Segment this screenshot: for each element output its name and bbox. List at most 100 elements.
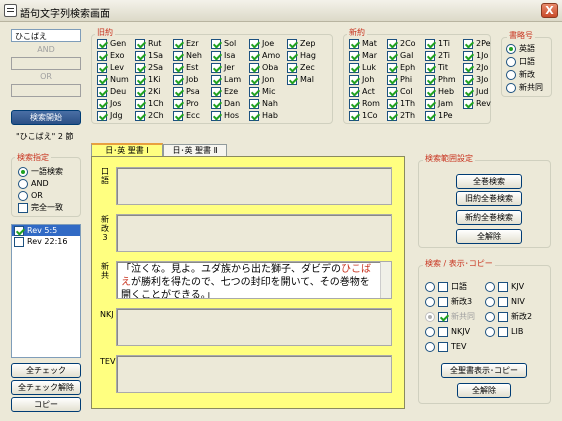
book-checkbox-2jo[interactable]: 2Jo	[463, 62, 497, 73]
search-mode-radio-1[interactable]: AND	[18, 178, 63, 189]
search-nt-button[interactable]: 新約全巻検索	[456, 210, 522, 225]
book-checkbox-jer[interactable]: Jer	[211, 62, 245, 73]
book-checkbox-hag[interactable]: Hag	[287, 50, 321, 61]
book-checkbox-2ki[interactable]: 2Ki	[135, 86, 169, 97]
search-mode-radio-2[interactable]: OR	[18, 190, 63, 201]
display-option-1[interactable]: 新改3	[425, 294, 475, 309]
book-checkbox-gal[interactable]: Gal	[387, 50, 421, 61]
book-checkbox-jdg[interactable]: Jdg	[97, 110, 131, 121]
book-checkbox-1pe[interactable]: 1Pe	[425, 110, 459, 121]
book-checkbox-1co[interactable]: 1Co	[349, 110, 383, 121]
book-checkbox-jon[interactable]: Jon	[249, 74, 283, 85]
book-checkbox-mar[interactable]: Mar	[349, 50, 383, 61]
display-option-1[interactable]: NIV	[485, 294, 532, 309]
book-checkbox-neh[interactable]: Neh	[173, 50, 207, 61]
book-checkbox-1ti[interactable]: 1Ti	[425, 38, 459, 49]
search-ot-button[interactable]: 旧約全巻検索	[456, 191, 522, 206]
book-checkbox-mal[interactable]: Mal	[287, 74, 321, 85]
abbrev-radio-2[interactable]: 新改	[506, 69, 543, 80]
check-all-button[interactable]: 全チェック	[11, 363, 81, 378]
book-checkbox-eph[interactable]: Eph	[387, 62, 421, 73]
book-checkbox-rut[interactable]: Rut	[135, 38, 169, 49]
book-checkbox-3jo[interactable]: 3Jo	[463, 74, 497, 85]
book-checkbox-col[interactable]: Col	[387, 86, 421, 97]
book-checkbox-2pe[interactable]: 2Pe	[463, 38, 497, 49]
book-checkbox-2co[interactable]: 2Co	[387, 38, 421, 49]
verse-scrollbar[interactable]	[380, 262, 391, 298]
display-option-0[interactable]: 口語	[425, 279, 475, 294]
search-start-button[interactable]: 検索開始	[11, 110, 81, 125]
display-option-3[interactable]: NKJV	[425, 324, 475, 339]
book-checkbox-pro[interactable]: Pro	[173, 98, 207, 109]
title-bar[interactable]: 語句文字列検索画面 X	[0, 0, 562, 22]
abbrev-radio-0[interactable]: 英語	[506, 43, 543, 54]
book-checkbox-num[interactable]: Num	[97, 74, 131, 85]
uncheck-all-button[interactable]: 全チェック解除	[11, 380, 81, 395]
book-checkbox-act[interactable]: Act	[349, 86, 383, 97]
book-checkbox-phm[interactable]: Phm	[425, 74, 459, 85]
book-checkbox-1ch[interactable]: 1Ch	[135, 98, 169, 109]
show-all-copy-button[interactable]: 全聖書表示･コピー	[441, 363, 527, 378]
list-item[interactable]: Rev 22:16	[12, 236, 80, 247]
nkj-text[interactable]	[116, 308, 392, 346]
book-checkbox-luk[interactable]: Luk	[349, 62, 383, 73]
abbrev-radio-1[interactable]: 口語	[506, 56, 543, 67]
scope-clear-button[interactable]: 全解除	[456, 229, 522, 244]
book-checkbox-psa[interactable]: Psa	[173, 86, 207, 97]
book-checkbox-rev[interactable]: Rev	[463, 98, 497, 109]
tev-text[interactable]	[116, 355, 392, 393]
book-checkbox-job[interactable]: Job	[173, 74, 207, 85]
book-checkbox-jos[interactable]: Jos	[97, 98, 131, 109]
book-checkbox-lam[interactable]: Lam	[211, 74, 245, 85]
search-input-1[interactable]: ひこばえ	[11, 29, 81, 42]
display-option-2[interactable]: 新改2	[485, 309, 532, 324]
book-checkbox-mat[interactable]: Mat	[349, 38, 383, 49]
book-checkbox-sol[interactable]: Sol	[211, 38, 245, 49]
display-option-3[interactable]: LIB	[485, 324, 532, 339]
book-checkbox-ecc[interactable]: Ecc	[173, 110, 207, 121]
search-all-button[interactable]: 全巻検索	[456, 174, 522, 189]
book-checkbox-oba[interactable]: Oba	[249, 62, 283, 73]
book-checkbox-1sa[interactable]: 1Sa	[135, 50, 169, 61]
book-checkbox-hos[interactable]: Hos	[211, 110, 245, 121]
book-checkbox-phi[interactable]: Phi	[387, 74, 421, 85]
book-checkbox-lev[interactable]: Lev	[97, 62, 131, 73]
shinkyo-text[interactable]: 「泣くな。見よ。ユダ族から出た獅子、ダビデのひこばえが勝利を得たので、七つの封印…	[116, 261, 392, 299]
results-list[interactable]: Rev 5:5 Rev 22:16	[11, 224, 81, 358]
book-checkbox-isa[interactable]: Isa	[211, 50, 245, 61]
book-checkbox-rom[interactable]: Rom	[349, 98, 383, 109]
book-checkbox-zec[interactable]: Zec	[287, 62, 321, 73]
book-checkbox-2ch[interactable]: 2Ch	[135, 110, 169, 121]
book-checkbox-joe[interactable]: Joe	[249, 38, 283, 49]
book-checkbox-ezr[interactable]: Ezr	[173, 38, 207, 49]
book-checkbox-2ti[interactable]: 2Ti	[425, 50, 459, 61]
book-checkbox-1jo[interactable]: 1Jo	[463, 50, 497, 61]
list-item[interactable]: Rev 5:5	[12, 225, 80, 236]
book-checkbox-nah[interactable]: Nah	[249, 98, 283, 109]
book-checkbox-1th[interactable]: 1Th	[387, 98, 421, 109]
exact-match-checkbox[interactable]: 完全一致	[18, 202, 63, 213]
book-checkbox-gen[interactable]: Gen	[97, 38, 131, 49]
book-checkbox-jam[interactable]: Jam	[425, 98, 459, 109]
shinkai-text[interactable]	[116, 214, 392, 252]
book-checkbox-2sa[interactable]: 2Sa	[135, 62, 169, 73]
abbrev-radio-3[interactable]: 新共同	[506, 82, 543, 93]
display-clear-button[interactable]: 全解除	[457, 383, 511, 398]
close-button[interactable]: X	[541, 3, 558, 18]
display-option-0[interactable]: KJV	[485, 279, 532, 294]
book-checkbox-eze[interactable]: Eze	[211, 86, 245, 97]
tab-bible-1[interactable]: 日･英 聖書 Ⅰ	[91, 143, 163, 157]
book-checkbox-heb[interactable]: Heb	[425, 86, 459, 97]
book-checkbox-2th[interactable]: 2Th	[387, 110, 421, 121]
book-checkbox-jud[interactable]: Jud	[463, 86, 497, 97]
book-checkbox-mic[interactable]: Mic	[249, 86, 283, 97]
search-mode-radio-0[interactable]: 一語検索	[18, 166, 63, 177]
book-checkbox-tit[interactable]: Tit	[425, 62, 459, 73]
book-checkbox-deu[interactable]: Deu	[97, 86, 131, 97]
kogo-text[interactable]	[116, 167, 392, 205]
book-checkbox-amo[interactable]: Amo	[249, 50, 283, 61]
book-checkbox-zep[interactable]: Zep	[287, 38, 321, 49]
book-checkbox-exo[interactable]: Exo	[97, 50, 131, 61]
copy-button[interactable]: コピー	[11, 397, 81, 412]
book-checkbox-1ki[interactable]: 1Ki	[135, 74, 169, 85]
